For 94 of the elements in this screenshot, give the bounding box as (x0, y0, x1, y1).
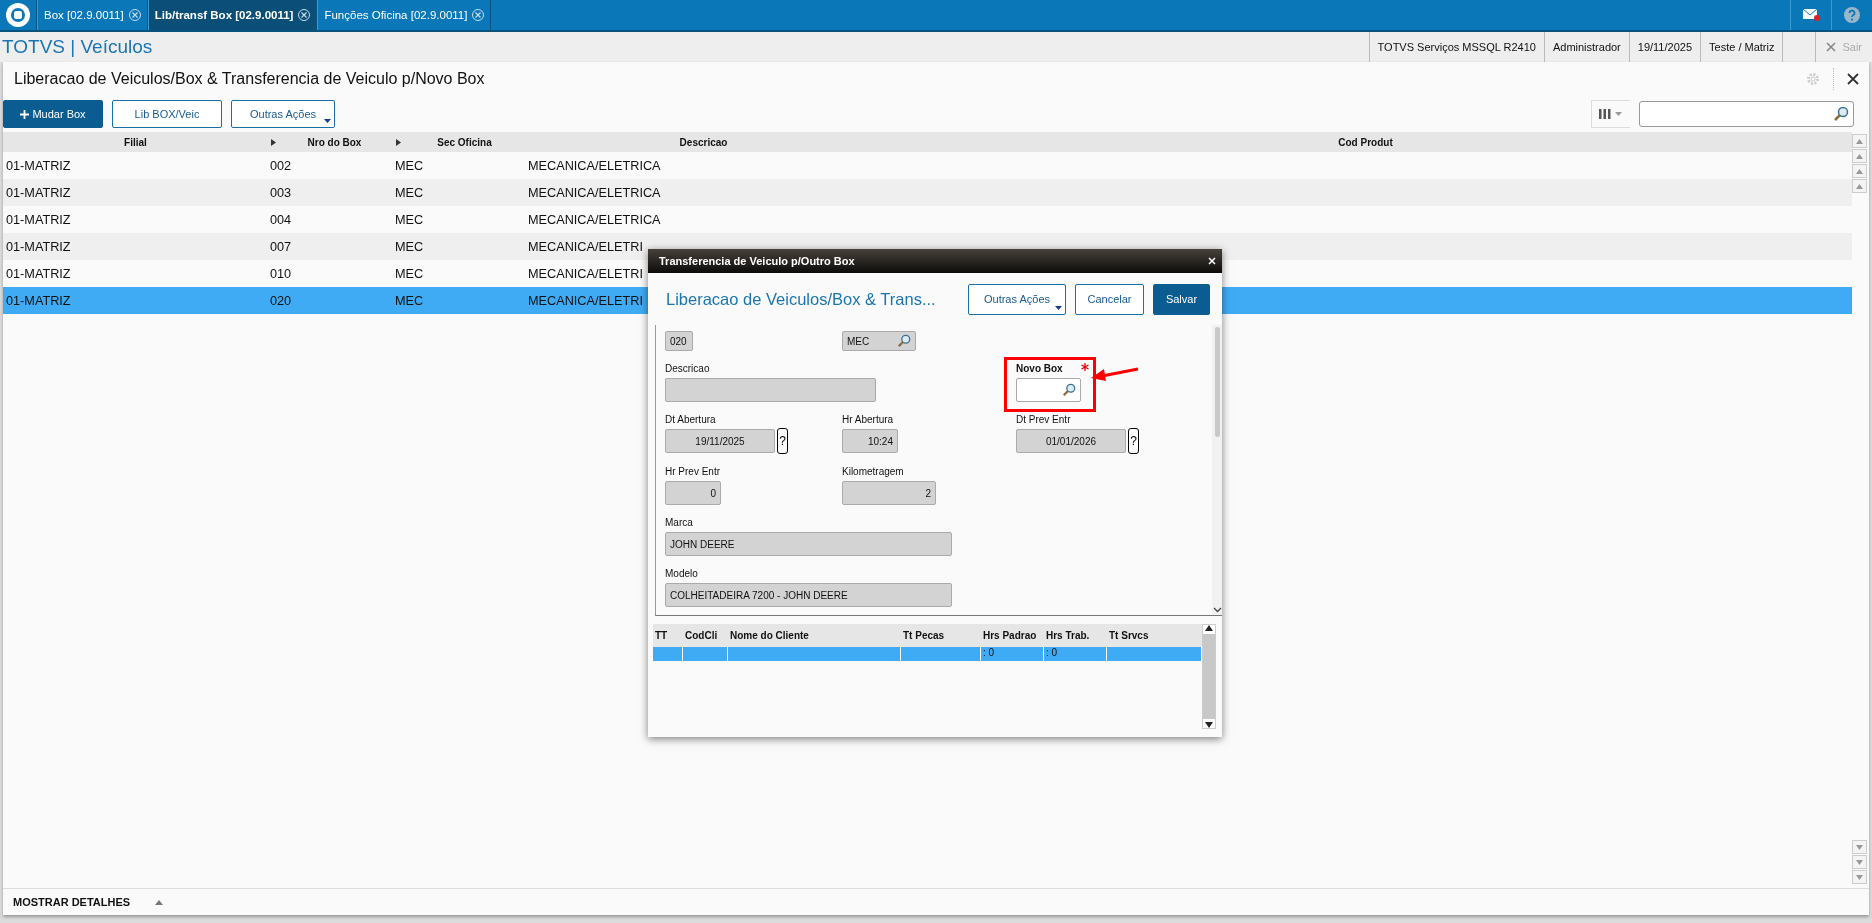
toolbar-button[interactable]: Lib BOX/Veic (112, 100, 222, 128)
dialog-heading: Liberacao de Veiculos/Box & Trans... (666, 289, 936, 309)
table-cell: MEC (395, 239, 424, 254)
table-cell: 002 (270, 158, 292, 173)
input-field: 0 (665, 481, 721, 505)
dialog-button[interactable]: Outras Ações (968, 283, 1066, 315)
input-field: 2 (842, 481, 936, 505)
scrollbar[interactable] (1202, 624, 1216, 729)
input-field[interactable] (1016, 378, 1081, 402)
scrollbar[interactable] (1212, 325, 1222, 615)
table-cell: MEC (395, 185, 424, 200)
table-row[interactable]: : 0 : 0 (653, 647, 1202, 661)
tab[interactable]: Funções Oficina [02.9.0011] (317, 0, 492, 30)
column-header[interactable]: Tt Pecas (901, 630, 981, 641)
details-toggle[interactable]: MOSTRAR DETALHES (13, 896, 131, 908)
field-label: Novo Box (1016, 363, 1063, 374)
input-field: JOHN DEERE (665, 532, 952, 556)
tab[interactable]: Lib/transf Box [02.9.0011] (147, 0, 318, 30)
field-label: Hr Abertura (842, 414, 894, 425)
dialog-title: Transferencia de Veiculo p/Outro Box (659, 255, 855, 267)
page-title: Liberacao de Veiculos/Box & Transferencia de Veiculo p/Novo Box (14, 70, 485, 88)
table-cell: 01-MATRIZ (6, 266, 71, 281)
table-cell: MECANICA/ELETRI (528, 239, 643, 254)
search-icon[interactable] (897, 334, 911, 348)
table-cell: 01-MATRIZ (6, 158, 71, 173)
scroll-down-icon[interactable] (1205, 722, 1213, 728)
column-header[interactable]: TT (653, 630, 683, 641)
help-button[interactable]: ? (1128, 428, 1139, 454)
field-label: Dt Prev Entr (1016, 414, 1071, 425)
input-field: 19/11/2025 (665, 429, 775, 453)
column-header[interactable]: Sec Oficina (401, 136, 528, 148)
search-icon[interactable] (1062, 383, 1076, 397)
table-cell: 01-MATRIZ (6, 293, 71, 308)
dialog-button[interactable]: Salvar (1153, 283, 1210, 315)
columns-icon (1599, 109, 1623, 119)
field-label: Descricao (665, 363, 710, 374)
column-header[interactable]: Filial (124, 136, 147, 148)
table-cell: 01-MATRIZ (6, 212, 71, 227)
field-label: Dt Abertura (665, 414, 716, 425)
scroll-up-icon[interactable] (1205, 625, 1213, 631)
tab[interactable]: Box [02.9.0011] (37, 0, 148, 30)
table-cell: MECANICA/ELETRICA (528, 158, 661, 173)
close-icon[interactable] (1847, 73, 1859, 85)
table-cell: : 0 (1046, 647, 1058, 658)
sort-icon[interactable] (271, 138, 276, 146)
table-cell: MEC (395, 212, 424, 227)
search-field[interactable] (1639, 101, 1854, 127)
field-label: Marca (665, 517, 693, 528)
field-label: Modelo (665, 568, 698, 579)
field-label: Hr Prev Entr (665, 466, 720, 477)
table-cell: 010 (270, 266, 292, 281)
table-cell: 007 (270, 239, 292, 254)
expand-icon[interactable] (155, 899, 164, 905)
table-cell: MECANICA/ELETRI (528, 293, 643, 308)
table-cell: MECANICA/ELETRICA (528, 212, 661, 227)
caret-icon (324, 119, 331, 123)
toolbar-button[interactable]: Mudar Box (3, 100, 103, 128)
column-header[interactable]: Descricao (679, 136, 728, 148)
table-cell: 020 (270, 293, 292, 308)
input-field: 10:24 (842, 429, 898, 453)
columns-button[interactable] (1591, 100, 1630, 128)
caret-icon (1055, 305, 1062, 310)
column-header[interactable]: Hrs Trab. (1044, 630, 1107, 641)
input-field: COLHEITADEIRA 7200 - JOHN DEERE (665, 583, 952, 607)
table-cell: MEC (395, 293, 424, 308)
table-cell: 01-MATRIZ (6, 185, 71, 200)
toolbar-button[interactable]: Outras Ações (231, 100, 335, 128)
app-title: TOTVS | Veículos (1, 36, 153, 58)
table-cell: MEC (395, 158, 424, 173)
table-cell: 003 (270, 185, 292, 200)
arrow-annotation (1090, 367, 1140, 383)
field-label: Kilometragem (842, 466, 904, 477)
column-header[interactable]: CodCli (683, 630, 728, 641)
column-header[interactable]: Hrs Padrao (981, 630, 1044, 641)
sort-icon[interactable] (396, 138, 401, 146)
input-field: 01/01/2026 (1016, 429, 1126, 453)
table-cell: 01-MATRIZ (6, 239, 71, 254)
table-cell: MEC (395, 266, 424, 281)
table-cell: : 0 (983, 647, 995, 658)
chevron-down-icon[interactable] (1212, 607, 1222, 613)
column-header[interactable]: Nro do Box (276, 136, 393, 148)
column-header[interactable]: Cod Produt (879, 136, 1852, 148)
table-cell: 004 (270, 212, 292, 227)
table-cell: MECANICA/ELETRICA (528, 185, 661, 200)
input-field: MEC (842, 331, 916, 351)
plus-icon (20, 109, 30, 119)
input-field: 020 (665, 331, 693, 351)
help-button[interactable]: ? (777, 428, 788, 454)
table-cell: MECANICA/ELETRI (528, 266, 643, 281)
column-header[interactable]: Tt Srvcs (1107, 630, 1202, 641)
search-icon (1833, 106, 1849, 122)
dialog-button[interactable]: Cancelar (1075, 283, 1144, 315)
column-header[interactable]: Nome do Cliente (728, 630, 901, 641)
close-icon (1826, 42, 1837, 52)
